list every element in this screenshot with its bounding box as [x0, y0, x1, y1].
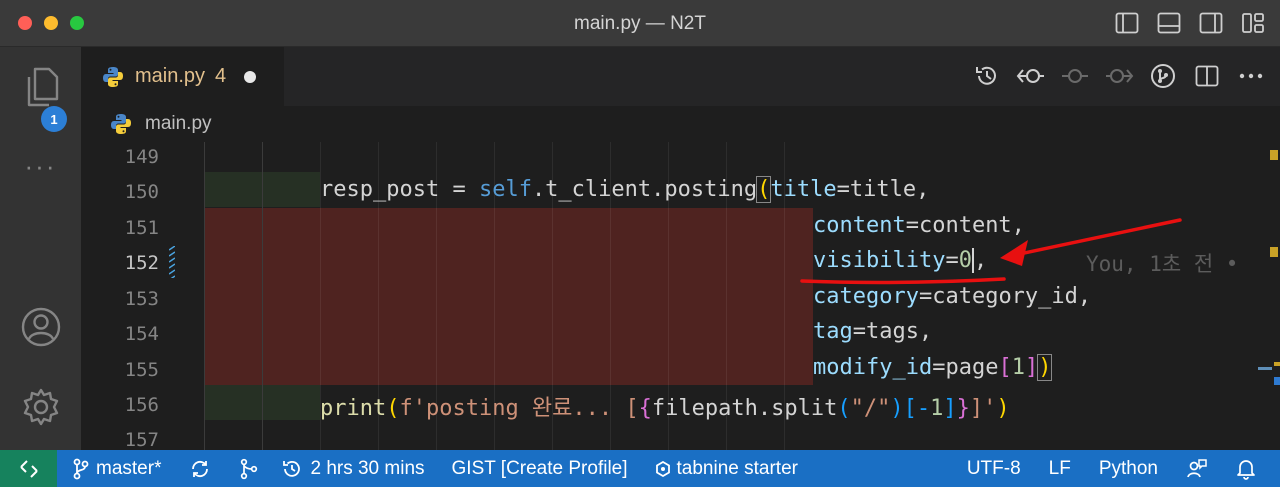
- title-bar: main.py — N2T: [0, 0, 1280, 47]
- history-icon: [976, 66, 996, 85]
- line-number: 149: [124, 146, 159, 168]
- commit-icon: [1062, 69, 1088, 83]
- ruler-marker: [1258, 367, 1272, 370]
- explorer-button[interactable]: 1: [0, 65, 81, 132]
- toggle-primary-sidebar-icon[interactable]: [1114, 10, 1140, 36]
- more-actions-button[interactable]: [1236, 61, 1266, 91]
- status-bar: master* 2 hrs 30 mins GIST [Create Profi…: [0, 450, 1280, 487]
- line-number: 154: [124, 323, 159, 345]
- tabnine-button[interactable]: tabnine starter: [655, 457, 798, 480]
- code-line-153[interactable]: category=category_id,: [813, 284, 1091, 309]
- eol-button[interactable]: LF: [1049, 458, 1071, 480]
- ruler-marker: [1270, 247, 1278, 257]
- language-mode-button[interactable]: Python: [1099, 458, 1158, 480]
- wakatime-button[interactable]: 2 hrs 30 mins: [281, 457, 425, 480]
- branch-label: master*: [96, 457, 162, 479]
- breadcrumb-file[interactable]: main.py: [145, 113, 212, 135]
- line-number: 155: [124, 359, 159, 381]
- customize-layout-icon[interactable]: [1240, 10, 1266, 36]
- split-editor-button[interactable]: [1192, 61, 1222, 91]
- remote-icon: [19, 459, 38, 478]
- code-line-152[interactable]: visibility=0,: [813, 248, 988, 273]
- line-number-active: 152: [124, 252, 159, 274]
- accounts-button[interactable]: [0, 307, 81, 349]
- manage-button[interactable]: [0, 387, 81, 429]
- time-tracked-label: 2 hrs 30 mins: [310, 457, 425, 479]
- line-number: 150: [124, 181, 159, 203]
- open-changes-history-button[interactable]: [972, 61, 1002, 91]
- current-change-button[interactable]: [1060, 61, 1090, 91]
- split-editor-icon: [1195, 65, 1219, 87]
- gitlens-commit-graph-button[interactable]: [239, 458, 259, 480]
- git-compare-icon: [1151, 64, 1175, 88]
- gear-icon: [23, 388, 58, 426]
- toggle-panel-icon[interactable]: [1156, 10, 1182, 36]
- gist-label: GIST [Create Profile]: [451, 457, 628, 479]
- line-number: 151: [124, 217, 159, 239]
- gitlens-button[interactable]: [1148, 61, 1178, 91]
- line-number: 153: [124, 288, 159, 310]
- branch-button[interactable]: master*: [73, 458, 161, 480]
- breadcrumb[interactable]: main.py: [81, 106, 1280, 142]
- bell-icon: [1237, 459, 1255, 480]
- ruler-marker: [1274, 362, 1280, 366]
- eol-label: LF: [1048, 457, 1071, 479]
- gist-button[interactable]: GIST [Create Profile]: [452, 458, 628, 480]
- explorer-badge: 1: [41, 106, 67, 132]
- indent-guide: [262, 142, 263, 450]
- ruler-marker: [1270, 150, 1278, 160]
- language-label: Python: [1098, 457, 1158, 479]
- activity-bar: 1 ···: [0, 47, 81, 450]
- code-line-155[interactable]: modify_id=page[1]): [813, 354, 1053, 381]
- account-icon: [21, 307, 60, 347]
- person-feedback-icon: [1187, 458, 1207, 477]
- more-views-button[interactable]: ···: [0, 151, 81, 181]
- git-graph-icon: [241, 458, 258, 479]
- git-blame-annotation: You, 1초 전 •: [1086, 252, 1239, 276]
- tabnine-label: tabnine starter: [676, 457, 798, 479]
- tab-main-py[interactable]: main.py 4: [81, 47, 284, 106]
- line-number: 157: [124, 429, 159, 450]
- code-line-156[interactable]: print(f'posting 완료... [{filepath.split("…: [320, 390, 1010, 422]
- python-file-icon: [103, 66, 123, 87]
- ellipsis-icon: [1239, 73, 1263, 79]
- ruler-marker: [1274, 377, 1280, 385]
- code-line-154[interactable]: tag=tags,: [813, 319, 932, 344]
- live-share-button[interactable]: [1186, 458, 1208, 480]
- tab-problem-count: 4: [215, 65, 227, 87]
- next-change-button[interactable]: [1104, 61, 1134, 91]
- tabnine-icon: [655, 460, 670, 477]
- modified-line-gutter-marker: [169, 246, 175, 278]
- deleted-whitespace-highlight: [204, 208, 813, 385]
- notifications-button[interactable]: [1236, 458, 1256, 480]
- arrow-right-commit-icon: [1106, 69, 1134, 83]
- files-icon: [27, 67, 58, 107]
- window-title: main.py — N2T: [574, 13, 706, 34]
- tab-label: main.py: [135, 65, 206, 87]
- sync-button[interactable]: [189, 458, 211, 480]
- indent-guide: [204, 142, 205, 450]
- git-branch-icon: [73, 458, 89, 479]
- encoding-label: UTF-8: [966, 457, 1021, 479]
- code-line-151[interactable]: content=content,: [813, 213, 1025, 238]
- sync-icon: [192, 460, 209, 477]
- toggle-secondary-sidebar-icon[interactable]: [1198, 10, 1224, 36]
- code-editor[interactable]: 149 150 151 152 153 154 155 156 157 resp…: [81, 142, 1258, 450]
- python-file-icon: [111, 114, 131, 134]
- encoding-button[interactable]: UTF-8: [967, 458, 1021, 480]
- code-line-150[interactable]: resp_post = self.t_client.posting(title=…: [320, 176, 929, 203]
- unsaved-dot-icon[interactable]: [244, 70, 257, 83]
- line-number: 156: [124, 394, 159, 416]
- previous-change-button[interactable]: [1016, 61, 1046, 91]
- overview-ruler[interactable]: [1258, 142, 1280, 450]
- clock-history-icon: [283, 460, 301, 477]
- remote-indicator-button[interactable]: [0, 450, 57, 487]
- arrow-left-commit-icon: [1016, 69, 1044, 83]
- editor-tab-bar: main.py 4: [81, 47, 1280, 106]
